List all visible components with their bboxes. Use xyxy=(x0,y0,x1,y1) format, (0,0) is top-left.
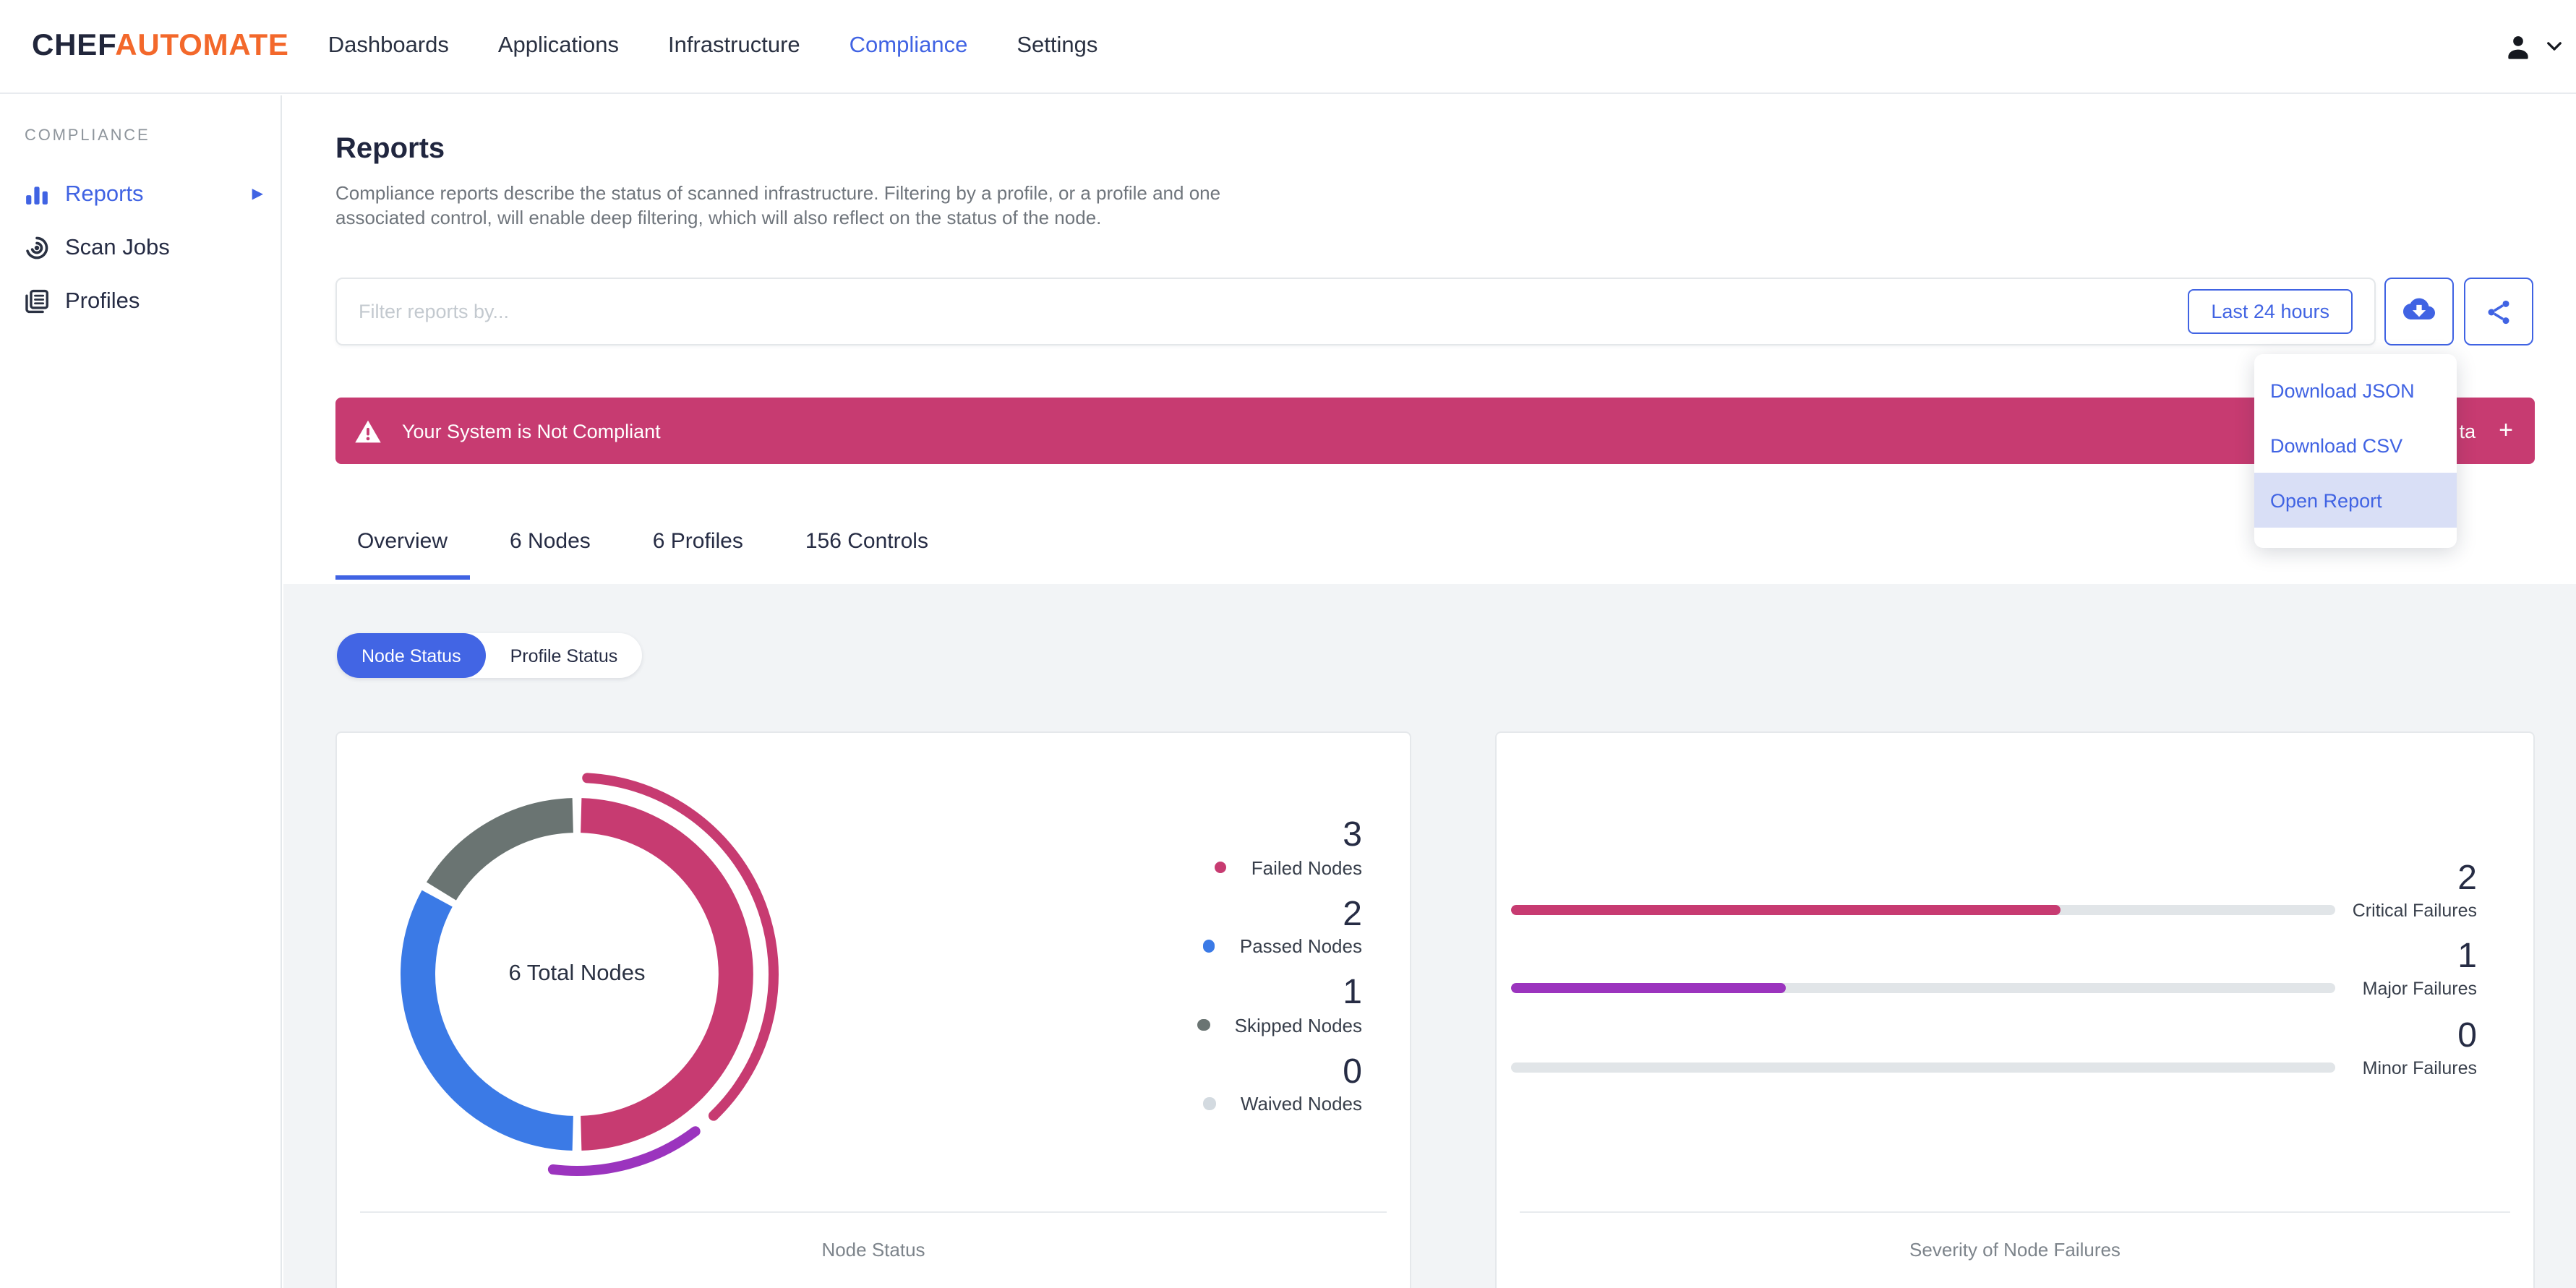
legend-label: Passed Nodes xyxy=(1239,935,1362,957)
severity-label: Major Failures xyxy=(2362,979,2477,999)
legend-label: Failed Nodes xyxy=(1251,856,1362,878)
nav-applications[interactable]: Applications xyxy=(498,33,619,59)
waived-dot-icon xyxy=(1203,1097,1216,1110)
progress-track xyxy=(1511,982,2335,993)
skipped-dot-icon xyxy=(1197,1018,1210,1031)
card-caption: Node Status xyxy=(821,1239,925,1261)
toggle-node-status[interactable]: Node Status xyxy=(337,633,486,678)
legend-skipped-nodes: 1 Skipped Nodes xyxy=(1197,973,1362,1038)
radar-icon xyxy=(25,236,49,260)
sidebar-item-label: Reports xyxy=(65,181,144,206)
legend-value: 3 xyxy=(1343,815,1362,854)
failed-dot-icon xyxy=(1214,861,1227,874)
severity-card: 2 Critical Failures 1 Major Failures 0 M… xyxy=(1495,731,2535,1288)
person-icon xyxy=(2503,31,2533,61)
critical-failures-row: 2 Critical Failures xyxy=(1511,859,2477,924)
report-tabs: Overview 6 Nodes 6 Profiles 156 Controls xyxy=(335,529,969,580)
progress-track xyxy=(1511,1062,2335,1073)
download-report-button[interactable] xyxy=(2384,278,2454,345)
node-status-card: 6 Total Nodes 3 Failed Nodes 2 Passed No… xyxy=(335,731,1411,1288)
node-status-donut-chart: 6 Total Nodes xyxy=(375,772,779,1177)
warning-icon xyxy=(354,418,382,443)
download-menu: Download JSON Download CSV Open Report xyxy=(2254,354,2457,548)
node-status-legend: 3 Failed Nodes 2 Passed Nodes 1 Skipped … xyxy=(1197,815,1362,1132)
passed-dot-icon xyxy=(1202,940,1215,953)
compliance-banner: Your System is Not Compliant ta + xyxy=(335,398,2535,464)
donut-center-label: 6 Total Nodes xyxy=(508,961,646,986)
legend-value: 2 xyxy=(1343,894,1362,933)
legend-value: 1 xyxy=(1343,973,1362,1012)
minor-failures-row: 0 Minor Failures xyxy=(1511,1016,2477,1081)
page-description: Compliance reports describe the status o… xyxy=(335,182,1221,228)
tab-nodes[interactable]: 6 Nodes xyxy=(488,529,612,580)
severity-label: Minor Failures xyxy=(2362,1058,2477,1078)
legend-failed-nodes: 3 Failed Nodes xyxy=(1198,815,1362,880)
severity-label: Critical Failures xyxy=(2352,901,2477,921)
filter-bar: Last 24 hours xyxy=(335,278,2376,345)
major-progress-fill xyxy=(1511,982,1786,993)
sidebar-item-scan-jobs[interactable]: Scan Jobs xyxy=(0,221,281,275)
documents-icon xyxy=(25,289,49,314)
banner-message: Your System is Not Compliant xyxy=(402,420,661,442)
progress-track xyxy=(1511,904,2335,915)
cloud-download-icon xyxy=(2403,298,2435,325)
sidebar-section-label: COMPLIANCE xyxy=(25,127,150,145)
severity-value: 1 xyxy=(2457,937,2477,976)
brand-automate: AUTOMATE xyxy=(115,29,289,62)
menu-item-open-report[interactable]: Open Report xyxy=(2254,473,2457,528)
main-nav: Dashboards Applications Infrastructure C… xyxy=(328,33,1098,59)
card-divider xyxy=(1520,1211,2510,1213)
nav-settings[interactable]: Settings xyxy=(1017,33,1097,59)
filter-reports-input[interactable] xyxy=(337,301,2188,322)
sidebar-item-profiles[interactable]: Profiles xyxy=(0,275,281,328)
page-title: Reports xyxy=(335,133,445,165)
legend-value: 0 xyxy=(1343,1052,1362,1091)
sidebar-item-label: Profiles xyxy=(65,288,140,313)
critical-progress-fill xyxy=(1511,904,2061,915)
tab-controls[interactable]: 156 Controls xyxy=(784,529,950,580)
sidebar-item-label: Scan Jobs xyxy=(65,235,170,259)
share-button[interactable] xyxy=(2464,278,2533,345)
nav-dashboards[interactable]: Dashboards xyxy=(328,33,449,59)
nav-compliance[interactable]: Compliance xyxy=(850,33,968,59)
brand-chef: CHEF xyxy=(32,29,116,62)
major-failures-row: 1 Major Failures xyxy=(1511,937,2477,1002)
card-divider xyxy=(360,1211,1387,1213)
severity-value: 2 xyxy=(2457,859,2477,898)
legend-label: Skipped Nodes xyxy=(1234,1014,1362,1036)
user-menu[interactable] xyxy=(2503,31,2576,61)
share-icon xyxy=(2484,297,2513,326)
severity-value: 0 xyxy=(2457,1016,2477,1055)
menu-item-download-json[interactable]: Download JSON xyxy=(2254,363,2457,418)
tab-profiles[interactable]: 6 Profiles xyxy=(631,529,765,580)
legend-label: Waived Nodes xyxy=(1240,1093,1362,1115)
chevron-down-icon xyxy=(2546,40,2562,52)
menu-item-download-csv[interactable]: Download CSV xyxy=(2254,418,2457,473)
sidebar-item-reports[interactable]: Reports ▶ xyxy=(0,168,281,221)
status-toggle: Node Status Profile Status xyxy=(337,633,643,678)
legend-passed-nodes: 2 Passed Nodes xyxy=(1198,894,1362,959)
legend-waived-nodes: 0 Waived Nodes xyxy=(1198,1052,1362,1117)
top-nav: CHEFAUTOMATE Dashboards Applications Inf… xyxy=(0,0,2576,94)
tab-overview[interactable]: Overview xyxy=(335,529,470,580)
banner-text-fragment: ta xyxy=(2459,420,2476,442)
plus-icon[interactable]: + xyxy=(2499,416,2513,445)
submenu-arrow-icon: ▶ xyxy=(252,186,263,202)
brand-logo[interactable]: CHEFAUTOMATE xyxy=(32,29,289,64)
toggle-profile-status[interactable]: Profile Status xyxy=(486,633,643,678)
sidebar: COMPLIANCE Reports ▶ Scan Jobs Profiles xyxy=(0,95,282,1288)
time-range-button[interactable]: Last 24 hours xyxy=(2188,289,2353,334)
card-caption: Severity of Node Failures xyxy=(1909,1239,2121,1261)
nav-infrastructure[interactable]: Infrastructure xyxy=(668,33,800,59)
bar-chart-icon xyxy=(25,182,49,207)
